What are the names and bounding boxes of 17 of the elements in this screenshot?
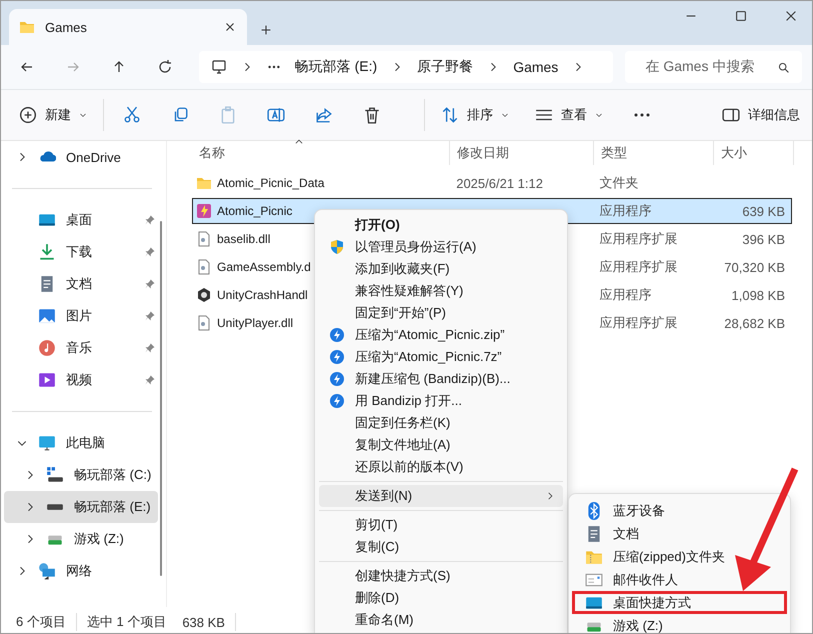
modified-date: 2025/6/21 1:12 bbox=[456, 176, 543, 190]
file-type: 应用程序扩展 bbox=[599, 259, 678, 274]
search-placeholder: 在 Games 中搜索 bbox=[645, 58, 754, 76]
file-size: 70,320 KB bbox=[724, 260, 785, 274]
selection-size: 638 KB bbox=[182, 614, 225, 630]
file-type: 应用程序扩展 bbox=[599, 231, 678, 246]
file-size: 28,682 KB bbox=[724, 316, 785, 330]
file-type: 应用程序 bbox=[599, 287, 652, 302]
tab-title: Games bbox=[45, 20, 88, 34]
selection-count: 选中 1 个项目 bbox=[86, 613, 166, 631]
file-size: 1,098 KB bbox=[732, 288, 785, 302]
file-type: 文件夹 bbox=[599, 175, 638, 190]
file-size: 639 KB bbox=[742, 204, 785, 218]
file-type: 应用程序扩展 bbox=[599, 315, 678, 330]
file-size: 396 KB bbox=[742, 232, 785, 246]
item-count: 6 个项目 bbox=[16, 613, 66, 631]
file-type: 应用程序 bbox=[599, 203, 652, 218]
